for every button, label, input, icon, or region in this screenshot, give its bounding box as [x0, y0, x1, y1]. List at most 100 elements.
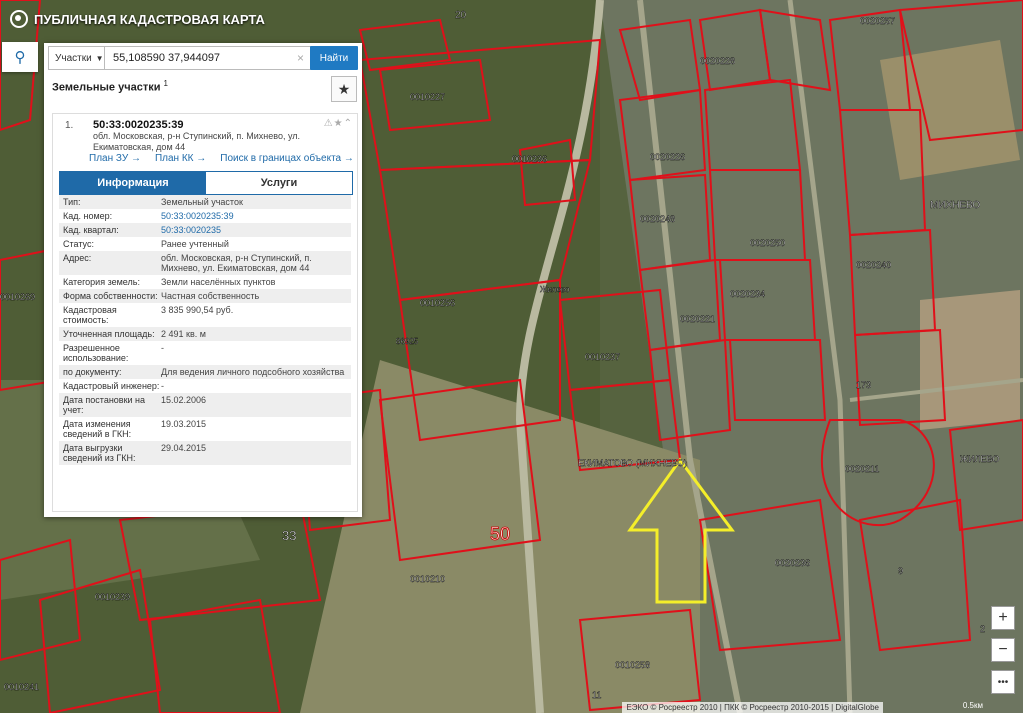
- map-label: 0010239: [95, 592, 130, 602]
- info-row-key: Уточненная площадь:: [63, 329, 155, 339]
- info-row-value[interactable]: 50:33:0020235:39: [161, 211, 234, 221]
- zoom-out-button[interactable]: −: [991, 638, 1015, 662]
- info-row: Уточненная площадь: 2 491 кв. м: [59, 327, 351, 341]
- info-row: Статус: Ранее учтенный: [59, 237, 351, 251]
- map-label: 0010256: [420, 298, 455, 308]
- logo-icon: [10, 10, 28, 28]
- search-row: ⚲ Участки ▼ 55,108590 37,944097 × Найти: [2, 42, 362, 73]
- info-row-key: Кадастровая стоимость:: [63, 305, 117, 325]
- info-row-key: Тип:: [63, 197, 81, 207]
- info-row-key: Дата постановки на учет:: [63, 395, 146, 415]
- plan-kk-link[interactable]: План КК →: [155, 153, 206, 164]
- map-label: 0020240: [856, 260, 891, 270]
- map-label: 0010269: [0, 292, 35, 302]
- card-controls[interactable]: ⚠★⌃: [324, 118, 353, 129]
- results-title: Земельные участки 1: [52, 79, 168, 94]
- info-row-value: обл. Московская, р-н Ступинский, п. Михн…: [161, 253, 312, 273]
- map-label: ЕКИМАТОВО (МИХНЕВО): [578, 458, 687, 468]
- tab-info[interactable]: Информация: [60, 172, 206, 194]
- map-label: Жилево: [540, 285, 570, 294]
- map-label: 0020226: [650, 152, 685, 162]
- info-row-value: Земельный участок: [161, 197, 243, 207]
- info-row: Дата постановки на учет: 15.02.2006: [59, 393, 351, 417]
- map-label: 0020211: [845, 464, 879, 474]
- map-label: 50: [490, 524, 510, 544]
- info-row: Кад. квартал: 50:33:0020235: [59, 223, 351, 237]
- info-row-key: Кад. номер:: [63, 211, 113, 221]
- map-label: 9: [898, 566, 903, 576]
- info-row: Кадастровая стоимость: 3 835 990,54 руб.: [59, 303, 351, 327]
- info-row-value: Частная собственность: [161, 291, 260, 301]
- search-panel: ⚲ Участки ▼ 55,108590 37,944097 × Найти …: [2, 42, 362, 517]
- map-label: ЖИЛЕВО: [960, 454, 999, 464]
- map-label: 86925: [396, 337, 419, 346]
- info-row: Тип: Земельный участок: [59, 195, 351, 209]
- map-attribution: ЕЭКО © Росреестр 2010 | ПКК © Росреестр …: [622, 702, 883, 713]
- info-row-value: 19.03.2015: [161, 419, 207, 429]
- find-button[interactable]: Найти: [310, 46, 358, 70]
- result-links: План ЗУ → План КК → Поиск в границах объ…: [89, 153, 354, 164]
- map-label: 0020257: [860, 16, 895, 26]
- plan-zu-link[interactable]: План ЗУ →: [89, 153, 141, 164]
- info-row: Дата изменения сведений в ГКН: 19.03.2015: [59, 417, 351, 441]
- map-label: 33: [282, 528, 296, 543]
- search-type-select[interactable]: Участки ▼: [49, 47, 105, 69]
- map-label: 0020221: [680, 314, 715, 324]
- more-button[interactable]: •••: [991, 670, 1015, 694]
- info-row-key: Статус:: [63, 239, 94, 249]
- app-header: ПУБЛИЧНАЯ КАДАСТРОВАЯ КАРТА: [0, 0, 370, 38]
- info-row: по документу: Для ведения личного подсобн…: [59, 365, 351, 379]
- info-row-value: Ранее учтенный: [161, 239, 229, 249]
- map-label: 0010258: [615, 660, 650, 670]
- search-input[interactable]: 55,108590 37,944097: [105, 52, 297, 64]
- map-label: 11: [592, 690, 601, 700]
- info-row: Дата выгрузки сведений из ГКН: 29.04.2015: [59, 441, 351, 465]
- info-row: Кадастровый инженер: -: [59, 379, 351, 393]
- info-row-value: Для ведения личного подсобного хозяйства: [161, 367, 345, 377]
- zoom-in-button[interactable]: +: [991, 606, 1015, 630]
- info-row-value: 2 491 кв. м: [161, 329, 206, 339]
- info-row: Кад. номер: 50:33:0020235:39: [59, 209, 351, 223]
- info-row-value: Земли населённых пунктов: [161, 277, 276, 287]
- cad-number[interactable]: 50:33:0020235:39: [93, 119, 184, 131]
- map-label: 0020228: [700, 56, 735, 66]
- info-row-key: Разрешенное использование:: [63, 343, 129, 363]
- result-card: 1. 50:33:0020235:39 ⚠★⌃ обл. Московская,…: [52, 113, 358, 512]
- info-row-value: 15.02.2006: [161, 395, 207, 405]
- result-address: обл. Московская, р-н Ступинский, п. Михн…: [93, 131, 301, 152]
- info-row-key: по документу:: [63, 367, 122, 377]
- info-row-value[interactable]: 50:33:0020235: [161, 225, 221, 235]
- search-in-bounds-link[interactable]: Поиск в границах объекта →: [220, 153, 354, 164]
- tab-services[interactable]: Услуги: [206, 172, 352, 194]
- result-tabs: Информация Услуги: [59, 171, 353, 195]
- info-row: Разрешенное использование: -: [59, 341, 351, 365]
- info-row-value: -: [161, 381, 164, 391]
- map-label: 173: [856, 380, 871, 390]
- map-label: 0020248: [640, 214, 675, 224]
- info-row: Форма собственности: Частная собственност…: [59, 289, 351, 303]
- clear-icon[interactable]: ×: [297, 51, 311, 65]
- info-row: Категория земель: Земли населённых пункто…: [59, 275, 351, 289]
- map-label: 2: [980, 624, 985, 634]
- map-label: 0010236: [512, 154, 547, 164]
- map-label: 0010237: [585, 352, 620, 362]
- info-row-key: Кадастровый инженер:: [63, 381, 160, 391]
- info-row: Адрес: обл. Московская, р-н Ступинский, п…: [59, 251, 351, 275]
- info-row-key: Форма собственности:: [63, 291, 158, 301]
- results-count: 1: [163, 79, 168, 88]
- results-title-text: Земельные участки: [52, 81, 161, 94]
- search-type-label: Участки: [55, 52, 92, 64]
- map-scale: 0.5км: [962, 701, 983, 710]
- app-title: ПУБЛИЧНАЯ КАДАСТРОВАЯ КАРТА: [34, 11, 265, 27]
- star-icon[interactable]: ★: [331, 76, 357, 102]
- map-label: 0020234: [730, 289, 765, 299]
- chevron-down-icon: ▼: [95, 53, 104, 63]
- search-icon[interactable]: ⚲: [2, 42, 38, 72]
- info-table: Тип: Земельный участок Кад. номер: 50:33:00…: [59, 195, 351, 465]
- info-row-key: Дата изменения сведений в ГКН:: [63, 419, 132, 439]
- info-row-value: 3 835 990,54 руб.: [161, 305, 234, 315]
- search-box: Участки ▼ 55,108590 37,944097 ×: [48, 46, 312, 70]
- map-label: 20: [455, 10, 467, 21]
- result-index: 1.: [65, 120, 74, 131]
- info-row-key: Кад. квартал:: [63, 225, 119, 235]
